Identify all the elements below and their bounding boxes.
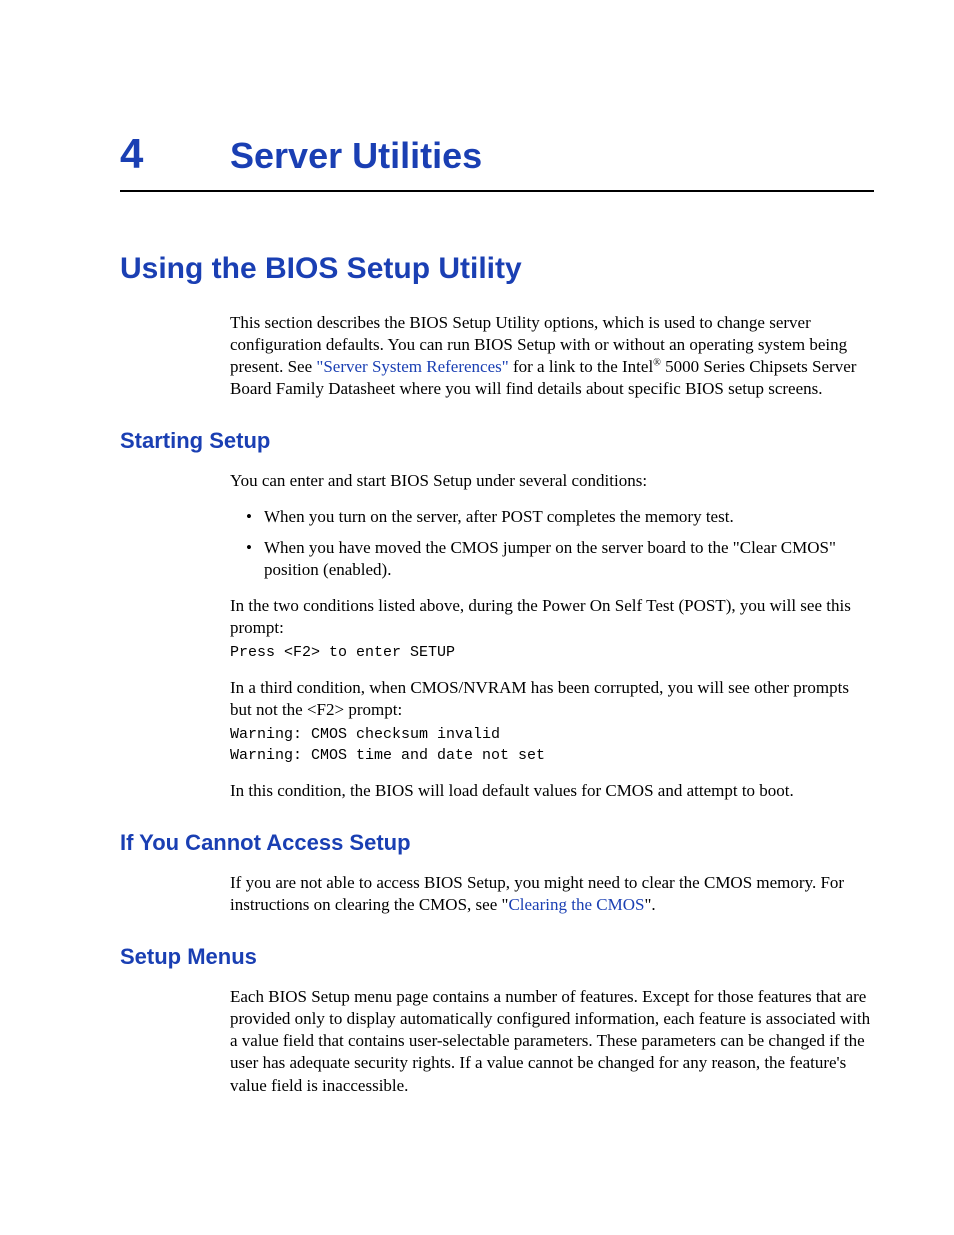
cannot-access-heading: If You Cannot Access Setup	[120, 830, 874, 856]
setup-menus-body: Each BIOS Setup menu page contains a num…	[230, 986, 874, 1096]
section-intro: This section describes the BIOS Setup Ut…	[230, 312, 874, 400]
section-heading: Using the BIOS Setup Utility	[120, 252, 874, 286]
starting-setup-body: You can enter and start BIOS Setup under…	[230, 470, 874, 802]
code-block-cmos-warnings: Warning: CMOS checksum invalid Warning: …	[230, 725, 874, 766]
starting-p2: In the two conditions listed above, duri…	[230, 595, 874, 639]
starting-p1: You can enter and start BIOS Setup under…	[230, 470, 874, 492]
chapter-heading-row: 4 Server Utilities	[120, 130, 874, 192]
intro-text-mid: for a link to the Intel	[509, 357, 653, 376]
server-system-references-link[interactable]: "Server System References"	[316, 357, 508, 376]
cannot-paragraph: If you are not able to access BIOS Setup…	[230, 872, 874, 916]
list-item: When you have moved the CMOS jumper on t…	[230, 537, 874, 581]
starting-p4: In this condition, the BIOS will load de…	[230, 780, 874, 802]
clearing-cmos-link[interactable]: Clearing the CMOS	[508, 895, 644, 914]
cannot-access-body: If you are not able to access BIOS Setup…	[230, 872, 874, 916]
starting-bullet-list: When you turn on the server, after POST …	[230, 506, 874, 580]
page: 4 Server Utilities Using the BIOS Setup …	[0, 0, 954, 1171]
chapter-number: 4	[120, 130, 230, 178]
registered-symbol: ®	[653, 358, 661, 369]
intro-paragraph: This section describes the BIOS Setup Ut…	[230, 312, 874, 400]
code-block-press-f2: Press <F2> to enter SETUP	[230, 643, 874, 663]
list-item: When you turn on the server, after POST …	[230, 506, 874, 528]
starting-setup-heading: Starting Setup	[120, 428, 874, 454]
setup-menus-heading: Setup Menus	[120, 944, 874, 970]
chapter-title: Server Utilities	[230, 135, 482, 177]
menus-paragraph: Each BIOS Setup menu page contains a num…	[230, 986, 874, 1096]
starting-p3: In a third condition, when CMOS/NVRAM ha…	[230, 677, 874, 721]
cannot-text-post: ".	[644, 895, 655, 914]
